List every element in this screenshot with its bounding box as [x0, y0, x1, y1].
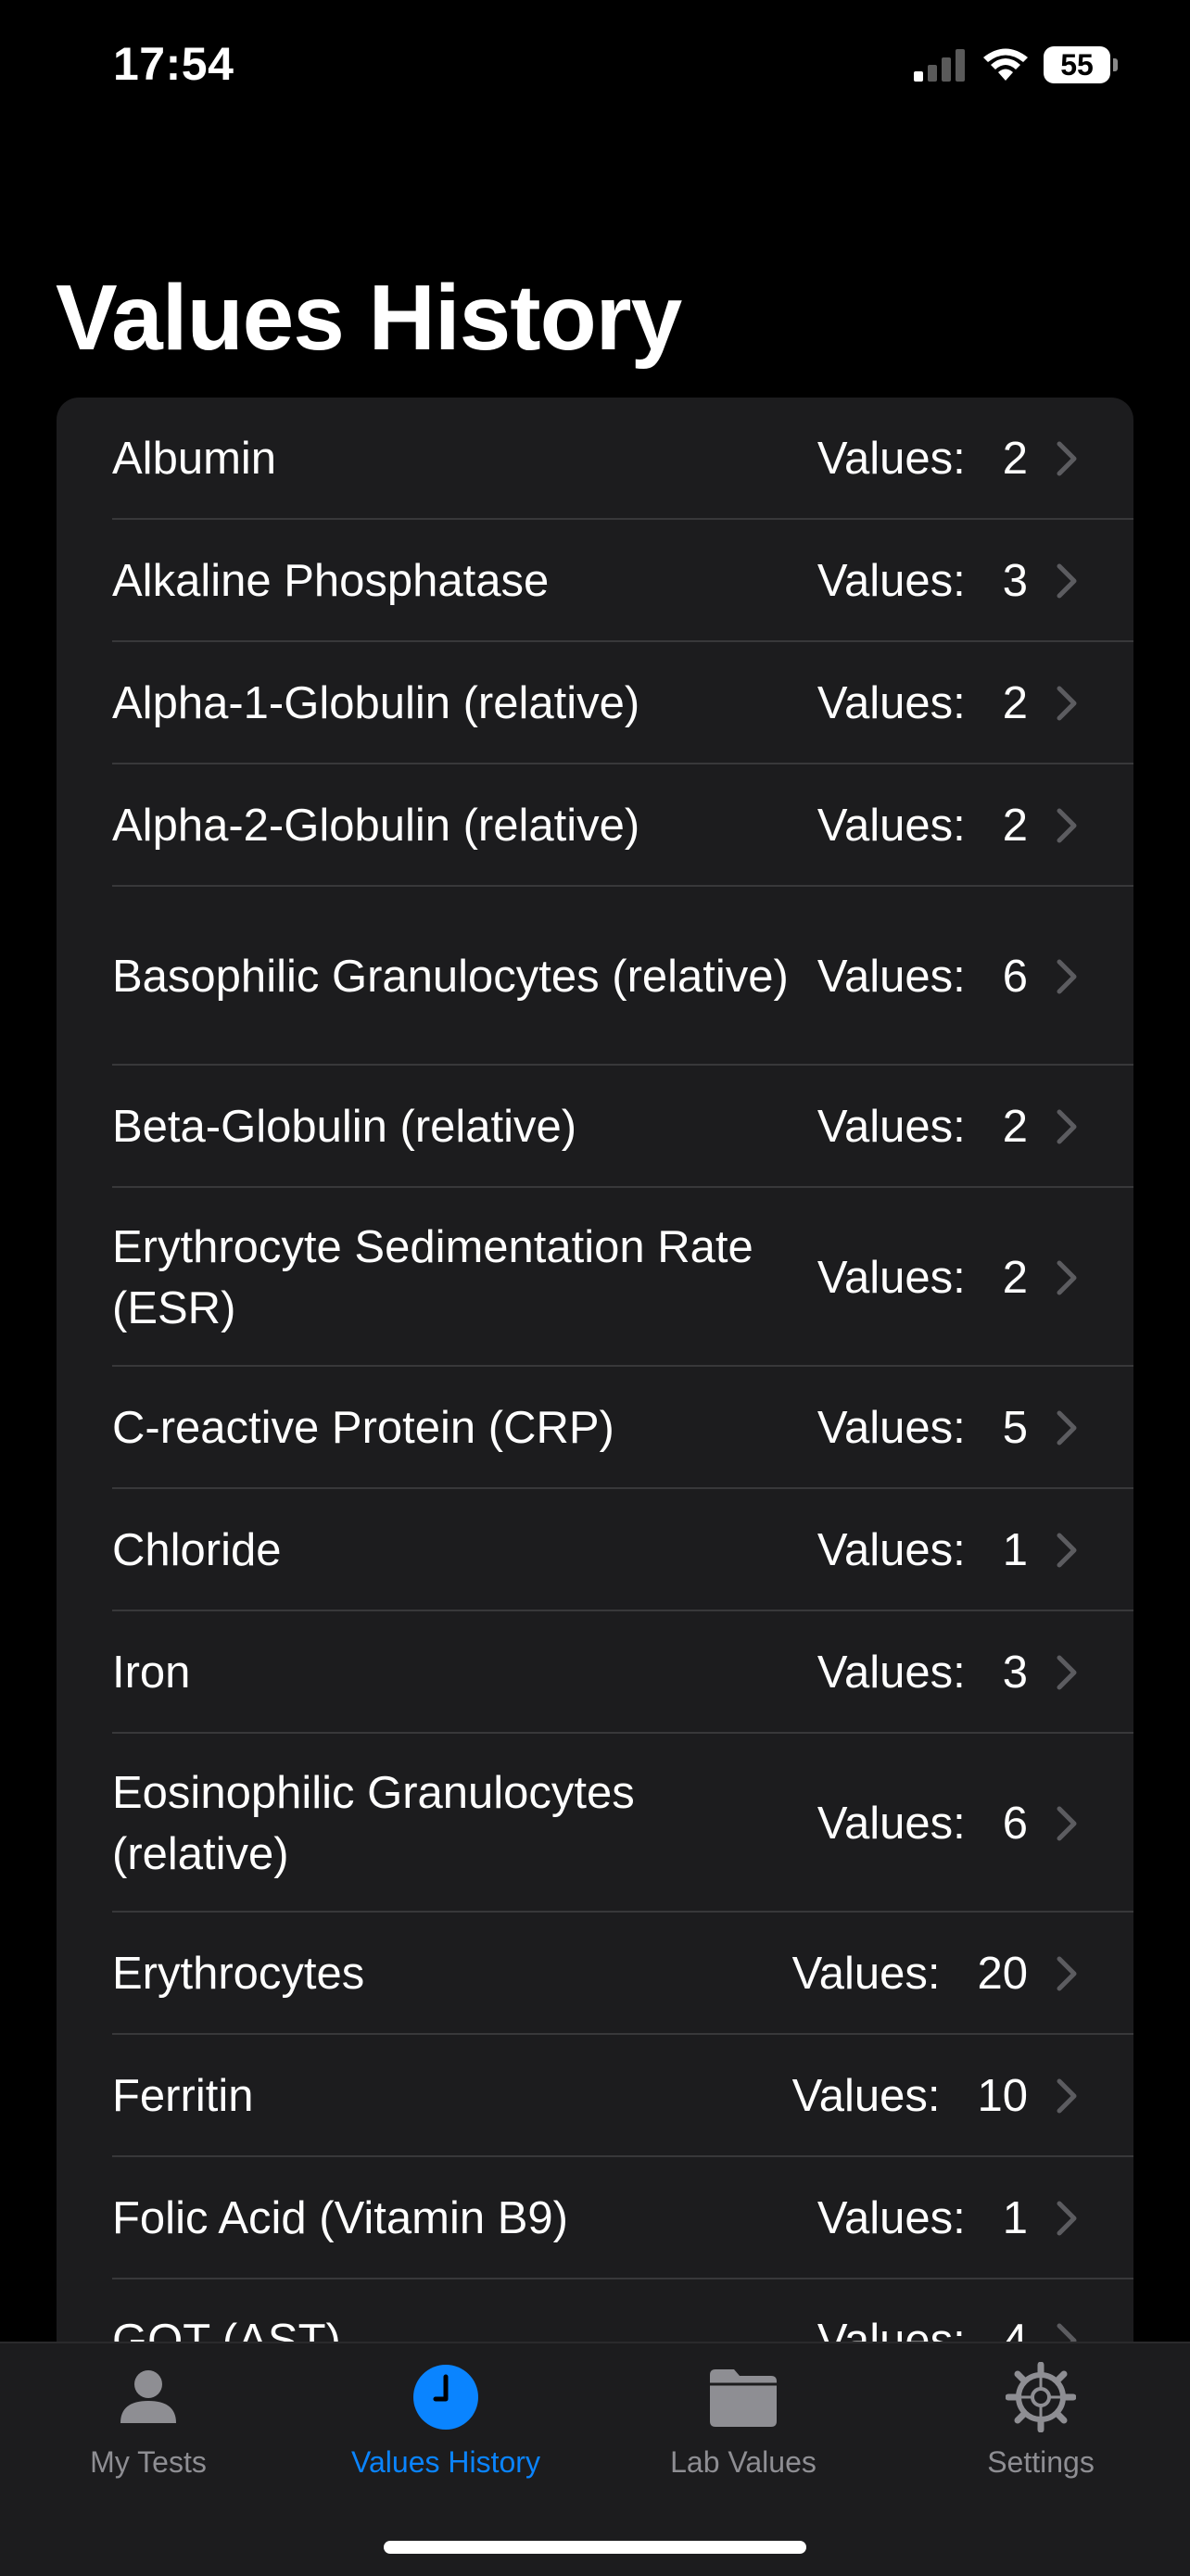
tab-values-history[interactable]: Values History [325, 2362, 566, 2480]
values-label: Values: [791, 1949, 941, 1999]
values-label: Values: [817, 1102, 966, 1152]
item-name: Alkaline Phosphatase [112, 556, 550, 606]
list-item[interactable]: Basophilic Granulocytes (relative) Value… [57, 887, 1133, 1066]
tab-label: My Tests [90, 2445, 207, 2479]
chevron-right-icon [1057, 1655, 1077, 1690]
chevron-right-icon [1057, 686, 1077, 721]
values-label: Values: [817, 434, 966, 484]
values-count: 3 [1002, 1648, 1028, 1698]
page-title: Values History [56, 266, 682, 370]
item-name: C-reactive Protein (CRP) [112, 1403, 614, 1453]
home-indicator [384, 2541, 806, 2554]
values-count: 1 [1002, 1525, 1028, 1575]
tab-lab-values[interactable]: Lab Values [623, 2362, 864, 2480]
values-count: 2 [1002, 1102, 1028, 1152]
values-label: Values: [817, 801, 966, 851]
values-list: Albumin Values: 2 Alkaline Phosphatase Va… [57, 398, 1133, 2380]
chevron-right-icon [1057, 441, 1077, 476]
item-name: Alpha-1-Globulin (relative) [112, 678, 640, 728]
status-time: 17:54 [113, 38, 234, 90]
list-item[interactable]: Alpha-2-Globulin (relative) Values: 2 [57, 764, 1133, 887]
item-name: Iron [112, 1648, 191, 1698]
item-name: Ferritin [112, 2071, 254, 2121]
values-label: Values: [817, 1798, 966, 1849]
values-label: Values: [817, 1525, 966, 1575]
values-count: 2 [1002, 1252, 1028, 1303]
item-name: Erythrocyte Sedimentation Rate (ESR) [112, 1221, 753, 1333]
values-label: Values: [791, 2071, 941, 2121]
list-item[interactable]: Eosinophilic Granulocytes (relative) Val… [57, 1734, 1133, 1913]
values-count: 2 [1002, 434, 1028, 484]
tab-label: Values History [351, 2445, 540, 2479]
values-count: 20 [977, 1949, 1028, 1999]
list-item[interactable]: Alkaline Phosphatase Values: 3 [57, 520, 1133, 642]
list-item[interactable]: Iron Values: 3 [57, 1611, 1133, 1734]
tab-settings[interactable]: Settings [920, 2362, 1161, 2480]
list-item[interactable]: Ferritin Values: 10 [57, 2035, 1133, 2157]
item-name: Chloride [112, 1525, 282, 1575]
list-item[interactable]: Erythrocyte Sedimentation Rate (ESR) Val… [57, 1188, 1133, 1367]
values-count: 2 [1002, 801, 1028, 851]
values-count: 2 [1002, 678, 1028, 728]
values-label: Values: [817, 1252, 966, 1303]
values-count: 3 [1002, 556, 1028, 606]
chevron-right-icon [1057, 1956, 1077, 1991]
values-label: Values: [817, 951, 966, 1002]
chevron-right-icon [1057, 563, 1077, 599]
chevron-right-icon [1057, 1533, 1077, 1568]
list-item[interactable]: C-reactive Protein (CRP) Values: 5 [57, 1367, 1133, 1489]
tab-label: Lab Values [670, 2445, 817, 2479]
cellular-signal-icon [914, 49, 965, 82]
chevron-right-icon [1057, 1109, 1077, 1144]
list-item[interactable]: Albumin Values: 2 [57, 398, 1133, 520]
chevron-right-icon [1057, 1806, 1077, 1840]
values-label: Values: [817, 1648, 966, 1698]
status-bar: 17:54 55 [0, 0, 1190, 139]
item-name: Erythrocytes [112, 1949, 365, 1999]
chevron-right-icon [1057, 808, 1077, 843]
chevron-right-icon [1057, 2078, 1077, 2114]
battery-level: 55 [1044, 46, 1110, 83]
gear-icon [1006, 2362, 1076, 2432]
values-count: 1 [1002, 2193, 1028, 2243]
list-item[interactable]: Beta-Globulin (relative) Values: 2 [57, 1066, 1133, 1188]
chevron-right-icon [1057, 1260, 1077, 1294]
item-name: Beta-Globulin (relative) [112, 1102, 577, 1152]
list-item[interactable]: Folic Acid (Vitamin B9) Values: 1 [57, 2157, 1133, 2279]
values-label: Values: [817, 2193, 966, 2243]
chevron-right-icon [1057, 1410, 1077, 1446]
values-label: Values: [817, 1403, 966, 1453]
list-item[interactable]: Alpha-1-Globulin (relative) Values: 2 [57, 642, 1133, 764]
values-label: Values: [817, 678, 966, 728]
item-name: Eosinophilic Granulocytes (relative) [112, 1767, 635, 1879]
status-icons: 55 [914, 46, 1118, 83]
values-count: 6 [1002, 951, 1028, 1002]
values-count: 10 [977, 2071, 1028, 2121]
wifi-icon [983, 48, 1028, 81]
person-icon [120, 2370, 176, 2423]
battery-icon: 55 [1044, 46, 1118, 83]
values-label: Values: [817, 556, 966, 606]
list-item[interactable]: Chloride Values: 1 [57, 1489, 1133, 1611]
clock-icon [413, 2365, 478, 2430]
item-name: Basophilic Granulocytes (relative) [112, 951, 789, 1002]
item-name: Albumin [112, 434, 277, 484]
item-name: Folic Acid (Vitamin B9) [112, 2193, 568, 2243]
chevron-right-icon [1057, 959, 1077, 993]
values-count: 5 [1002, 1403, 1028, 1453]
values-count: 6 [1002, 1798, 1028, 1849]
item-name: Alpha-2-Globulin (relative) [112, 801, 640, 851]
folder-icon [710, 2369, 777, 2427]
tab-label: Settings [987, 2445, 1095, 2479]
chevron-right-icon [1057, 2201, 1077, 2236]
tab-my-tests[interactable]: My Tests [28, 2362, 269, 2480]
list-item[interactable]: Erythrocytes Values: 20 [57, 1913, 1133, 2035]
